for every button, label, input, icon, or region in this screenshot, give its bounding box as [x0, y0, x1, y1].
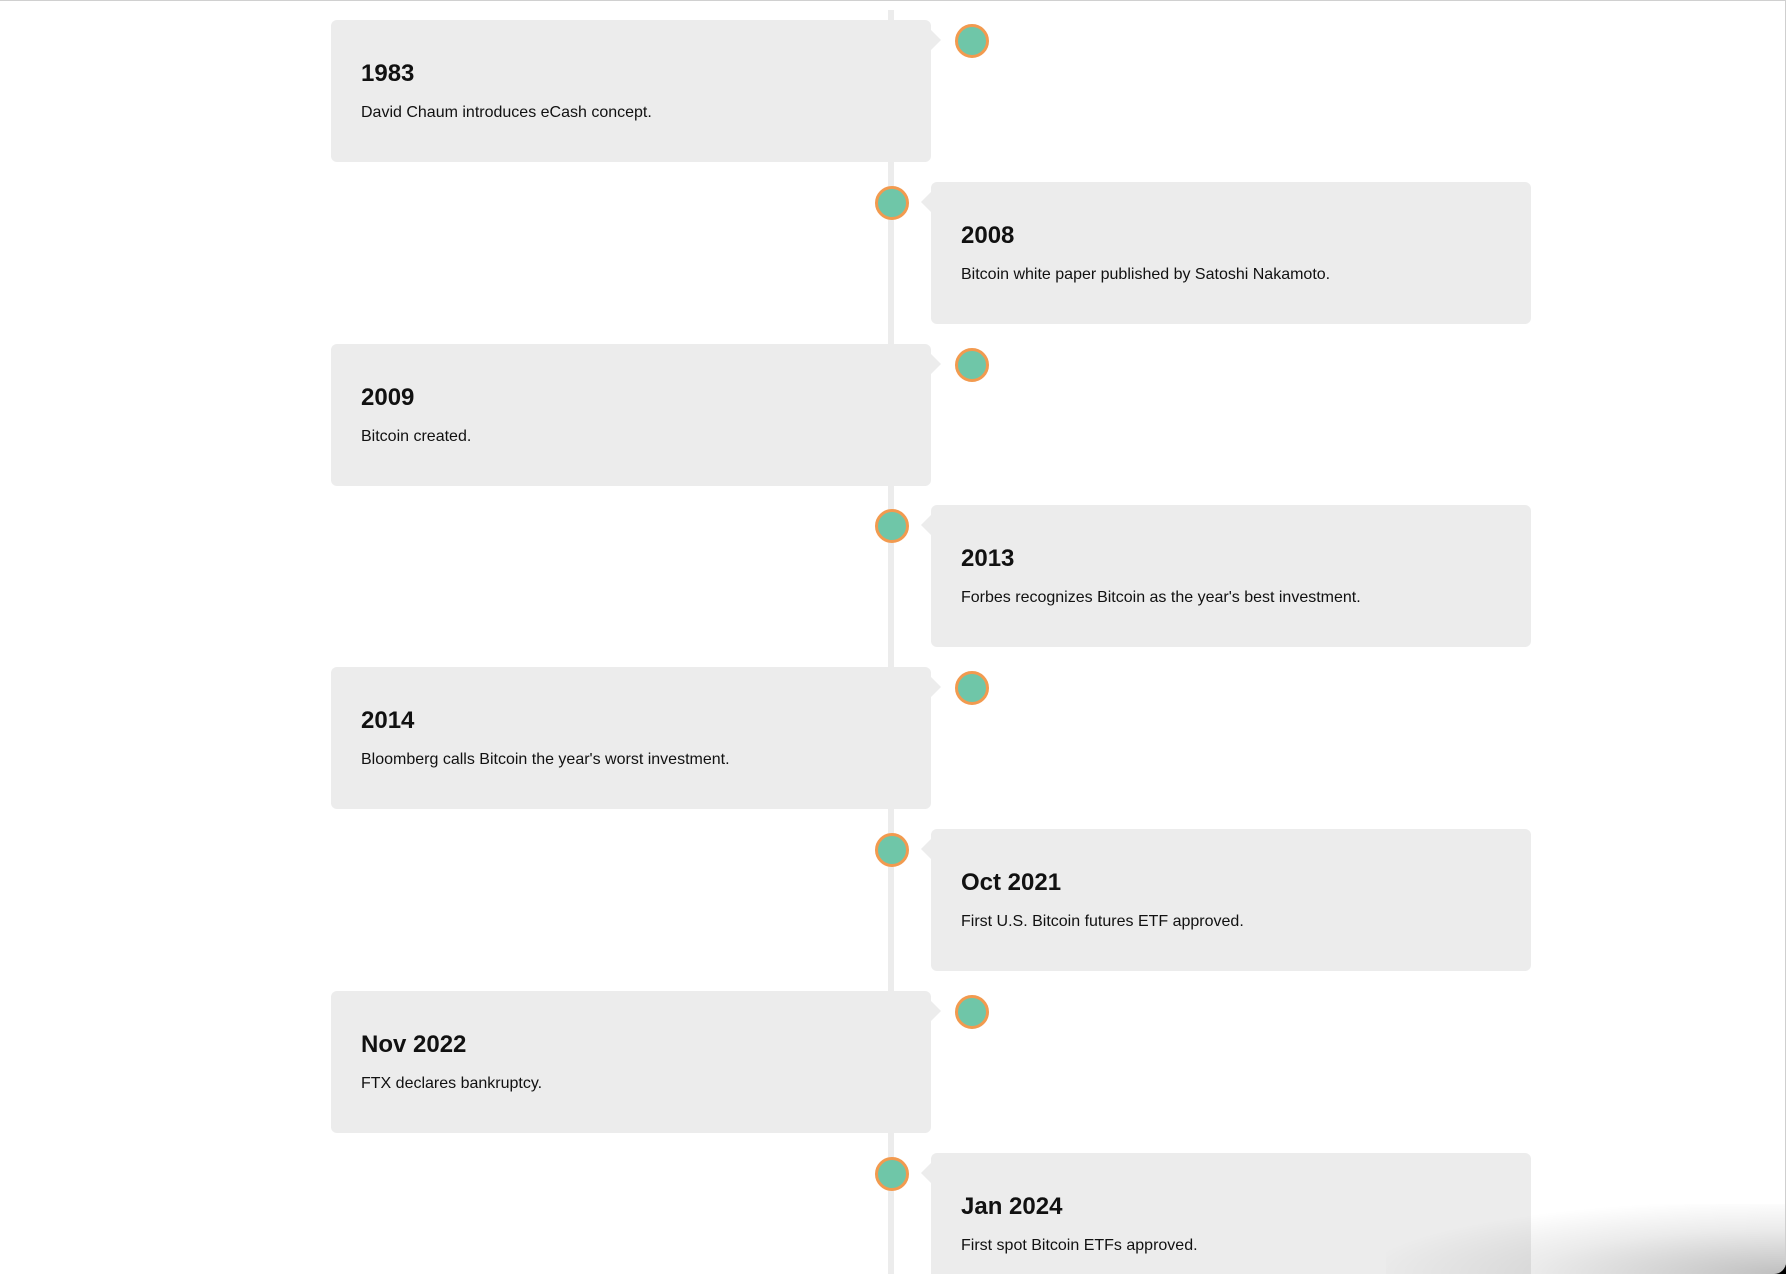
timeline-card: 1983 David Chaum introduces eCash concep…: [331, 20, 931, 162]
timeline-card: 2009 Bitcoin created.: [331, 344, 931, 486]
timeline-item: Jan 2024 First spot Bitcoin ETFs approve…: [875, 1153, 1531, 1274]
event-title: 2008: [961, 222, 1015, 249]
timeline-item: 1983 David Chaum introduces eCash concep…: [331, 20, 989, 162]
card-pointer: [921, 515, 931, 535]
event-description: Bitcoin white paper published by Satoshi…: [961, 266, 1331, 283]
timeline-item: 2013 Forbes recognizes Bitcoin as the ye…: [875, 505, 1531, 647]
timeline-dot-marker: [955, 24, 989, 58]
card-pointer: [931, 1001, 941, 1021]
timeline-card: Oct 2021 First U.S. Bitcoin futures ETF …: [931, 829, 1531, 971]
timeline-item: 2009 Bitcoin created.: [331, 344, 989, 486]
timeline-item: Nov 2022 FTX declares bankruptcy.: [331, 991, 989, 1133]
card-pointer: [921, 839, 931, 859]
event-title: 2013: [961, 545, 1015, 572]
timeline-item: Oct 2021 First U.S. Bitcoin futures ETF …: [875, 829, 1531, 971]
timeline: 1983 David Chaum introduces eCash concep…: [0, 1, 1786, 1274]
event-title: Nov 2022: [361, 1031, 467, 1058]
timeline-dot-marker: [955, 995, 989, 1029]
timeline-dot-marker: [875, 1157, 909, 1191]
timeline-card: 2013 Forbes recognizes Bitcoin as the ye…: [931, 505, 1531, 647]
event-title: Jan 2024: [961, 1193, 1063, 1220]
event-title: 2009: [361, 384, 415, 411]
timeline-dot-marker: [955, 671, 989, 705]
timeline-dot-marker: [955, 348, 989, 382]
event-description: First U.S. Bitcoin futures ETF approved.: [961, 913, 1244, 930]
event-description: Bloomberg calls Bitcoin the year's worst…: [361, 751, 730, 768]
event-description: David Chaum introduces eCash concept.: [361, 104, 652, 121]
timeline-card: Nov 2022 FTX declares bankruptcy.: [331, 991, 931, 1133]
event-description: First spot Bitcoin ETFs approved.: [961, 1237, 1198, 1254]
timeline-item: 2008 Bitcoin white paper published by Sa…: [875, 182, 1531, 324]
event-description: Forbes recognizes Bitcoin as the year's …: [961, 589, 1361, 606]
event-description: Bitcoin created.: [361, 428, 472, 445]
timeline-card: 2014 Bloomberg calls Bitcoin the year's …: [331, 667, 931, 809]
card-pointer: [921, 1163, 931, 1183]
event-description: FTX declares bankruptcy.: [361, 1075, 543, 1092]
timeline-dot-marker: [875, 833, 909, 867]
card-pointer: [931, 677, 941, 697]
timeline-card: Jan 2024 First spot Bitcoin ETFs approve…: [931, 1153, 1531, 1274]
event-title: 2014: [361, 707, 415, 734]
card-pointer: [931, 354, 941, 374]
timeline-dot-marker: [875, 509, 909, 543]
event-title: 1983: [361, 60, 415, 87]
timeline-dot-marker: [875, 186, 909, 220]
card-pointer: [931, 30, 941, 50]
page: 1983 David Chaum introduces eCash concep…: [0, 0, 1786, 1274]
timeline-item: 2014 Bloomberg calls Bitcoin the year's …: [331, 667, 989, 809]
event-title: Oct 2021: [961, 869, 1062, 896]
card-pointer: [921, 192, 931, 212]
timeline-card: 2008 Bitcoin white paper published by Sa…: [931, 182, 1531, 324]
